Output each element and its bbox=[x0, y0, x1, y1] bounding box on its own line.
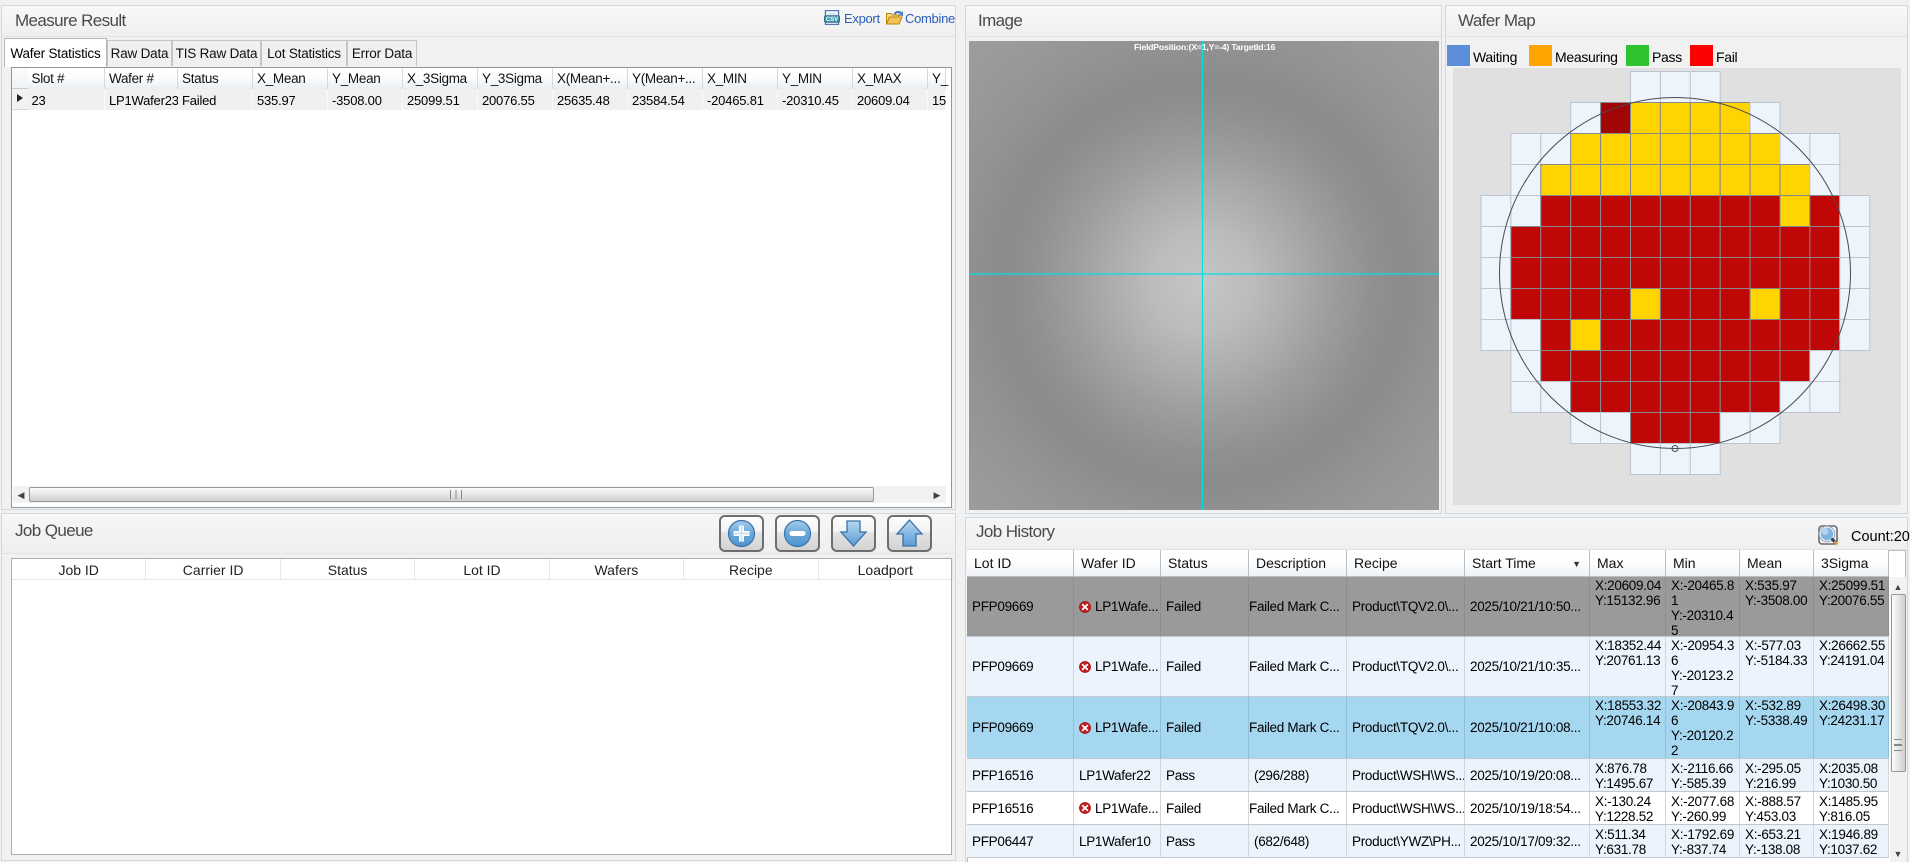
svg-text:CSV: CSV bbox=[826, 17, 838, 23]
